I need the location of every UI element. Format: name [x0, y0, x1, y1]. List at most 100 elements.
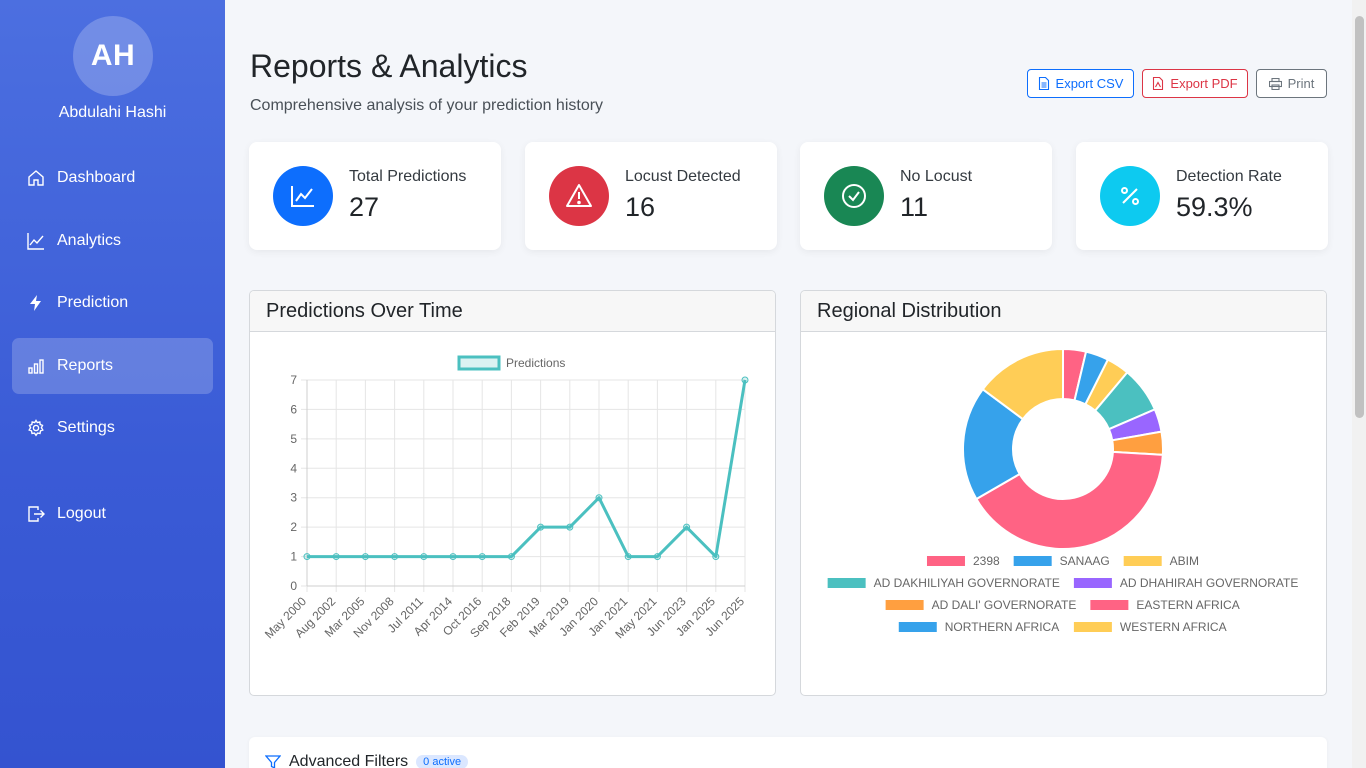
sidebar-item-label: Prediction — [57, 294, 129, 311]
legend-swatch — [827, 578, 866, 588]
panel-title: Predictions Over Time — [250, 291, 775, 332]
sidebar-item-prediction[interactable]: Prediction — [12, 275, 213, 331]
sidebar-item-analytics[interactable]: Analytics — [12, 213, 213, 269]
data-point — [595, 494, 603, 502]
legend-label: SANAAG — [1060, 554, 1110, 568]
line-chart: Predictions01234567May 2000Aug 2002Mar 2… — [262, 355, 749, 641]
y-tick-label: 3 — [290, 491, 297, 505]
stat-label: Locust Detected — [625, 168, 741, 185]
export-pdf-label: Export PDF — [1170, 76, 1238, 91]
chart-line-icon — [26, 231, 46, 251]
print-label: Print — [1287, 76, 1315, 91]
data-point — [683, 523, 691, 531]
scrollbar[interactable] — [1352, 0, 1366, 768]
legend-swatch — [926, 556, 965, 566]
y-tick-label: 5 — [290, 432, 297, 446]
file-pdf-icon — [1153, 77, 1164, 90]
stat-label: Detection Rate — [1176, 168, 1282, 185]
legend-swatch — [1090, 600, 1129, 610]
y-tick-label: 1 — [290, 550, 297, 564]
page-title: Reports & Analytics — [250, 48, 528, 84]
data-point — [624, 553, 632, 561]
stat-card-locust: Locust Detected 16 — [525, 142, 777, 250]
data-point — [478, 553, 486, 561]
gear-icon — [26, 418, 46, 438]
panel-title: Regional Distribution — [801, 291, 1326, 332]
export-csv-button[interactable]: Export CSV — [1027, 69, 1134, 98]
sidebar: AH Abdulahi Hashi Dashboard Analytics Pr… — [0, 0, 225, 768]
lightning-icon — [26, 293, 46, 313]
legend-label: EASTERN AFRICA — [1136, 598, 1239, 612]
data-point — [507, 553, 515, 561]
data-point — [361, 553, 369, 561]
advanced-filters-card[interactable]: Advanced Filters 0 active — [249, 737, 1327, 768]
export-csv-label: Export CSV — [1055, 76, 1124, 91]
warning-icon — [549, 166, 609, 226]
y-tick-label: 6 — [290, 402, 297, 416]
file-csv-icon — [1038, 77, 1049, 90]
legend-swatch — [1123, 556, 1162, 566]
y-tick-label: 0 — [290, 579, 297, 593]
data-point — [332, 553, 340, 561]
legend-swatch — [1013, 556, 1052, 566]
page-subtitle: Comprehensive analysis of your predictio… — [250, 97, 604, 114]
stat-card-total: Total Predictions 27 — [249, 142, 501, 250]
sidebar-item-dashboard[interactable]: Dashboard — [12, 150, 213, 206]
sidebar-item-label: Reports — [57, 357, 114, 374]
data-point — [741, 376, 749, 384]
legend-swatch — [457, 355, 501, 371]
data-point — [449, 553, 457, 561]
stat-value: 16 — [625, 192, 656, 222]
legend-label: AD DAKHILIYAH GOVERNORATE — [874, 576, 1060, 590]
stat-value: 59.3% — [1176, 192, 1253, 222]
data-point — [566, 523, 574, 531]
data-point — [420, 553, 428, 561]
chart-line-icon — [273, 166, 333, 226]
data-point — [391, 553, 399, 561]
legend-label: AD DALI' GOVERNORATE — [932, 598, 1077, 612]
avatar: AH — [73, 16, 153, 96]
legend-label: AD DHAHIRAH GOVERNORATE — [1120, 576, 1298, 590]
legend-swatch — [1073, 578, 1112, 588]
legend-label: 2398 — [973, 554, 1000, 568]
y-tick-label: 4 — [290, 461, 297, 475]
filter-icon — [265, 755, 281, 768]
scrollbar-thumb[interactable] — [1355, 16, 1364, 418]
print-button[interactable]: Print — [1256, 69, 1327, 98]
stat-value: 11 — [900, 192, 929, 222]
data-point — [303, 553, 311, 561]
percent-icon — [1100, 166, 1160, 226]
sidebar-item-label: Dashboard — [57, 169, 136, 186]
stat-value: 27 — [349, 192, 380, 222]
predictions-over-time-panel: Predictions Over Time Predictions 0 1 2 3 4 5 6… — [249, 290, 776, 696]
stat-card-no-locust: No Locust 11 — [800, 142, 1052, 250]
filters-title: Advanced Filters — [289, 753, 409, 768]
legend-label: WESTERN AFRICA — [1120, 620, 1227, 634]
check-circle-icon — [824, 166, 884, 226]
legend-label: ABIM — [1170, 554, 1199, 568]
legend-label: NORTHERN AFRICA — [945, 620, 1059, 634]
active-filter-badge: 0 active — [416, 755, 469, 768]
bar-chart-icon — [26, 356, 46, 376]
data-point — [712, 553, 720, 561]
regional-distribution-panel: Regional Distribution 2398 SANAAG ABIM AD D… — [800, 290, 1327, 696]
sidebar-item-label: Settings — [57, 419, 115, 436]
donut-chart: 2398 SANAAG ABIM AD DAKHILIYAH GOVERNORATE A… — [827, 347, 1298, 634]
export-pdf-button[interactable]: Export PDF — [1142, 69, 1248, 98]
y-tick-label: 7 — [290, 373, 297, 387]
data-point — [653, 553, 661, 561]
stat-label: No Locust — [900, 168, 973, 185]
legend-swatch — [898, 622, 937, 632]
stat-label: Total Predictions — [349, 168, 467, 185]
y-tick-label: 2 — [290, 520, 297, 534]
data-point — [537, 523, 545, 531]
printer-icon — [1268, 77, 1282, 90]
home-icon — [26, 168, 46, 188]
logout-icon — [26, 504, 46, 524]
sidebar-item-settings[interactable]: Settings — [12, 400, 213, 456]
sidebar-item-reports[interactable]: Reports — [12, 338, 213, 394]
sidebar-item-label: Analytics — [57, 232, 122, 249]
legend-swatch — [885, 600, 924, 610]
sidebar-item-label: Logout — [57, 505, 106, 522]
sidebar-item-logout[interactable]: Logout — [12, 486, 213, 542]
